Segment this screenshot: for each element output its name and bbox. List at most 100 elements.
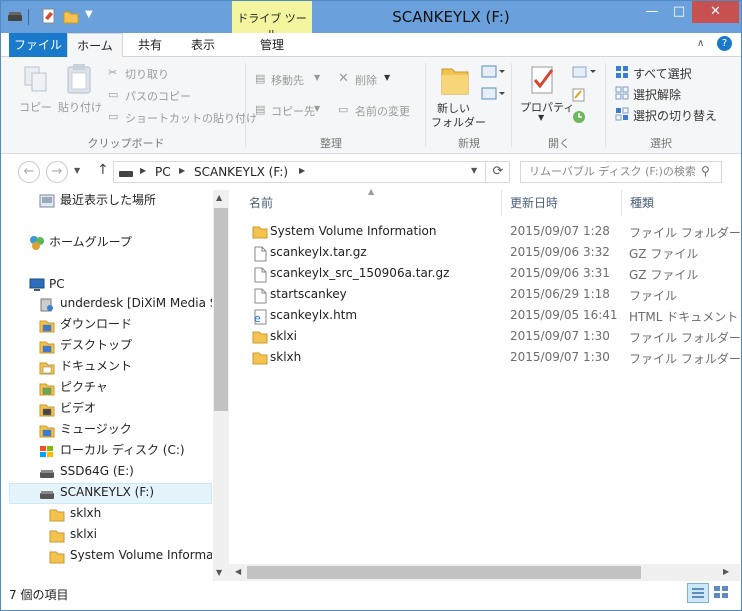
up-button[interactable]: ↑ (97, 162, 109, 178)
move-to-button[interactable]: 移動先 (271, 72, 304, 88)
address-bar[interactable] (113, 161, 510, 183)
file-type: GZ ファイル (629, 268, 699, 282)
new-folder-icon (440, 63, 470, 100)
scroll-left-arrow[interactable]: ◀ (235, 567, 241, 576)
easy-access-icon[interactable] (481, 87, 505, 104)
nav-item[interactable]: sklxi (70, 524, 212, 545)
select-none-button[interactable]: 選択解除 (633, 86, 681, 103)
properties-qat-icon[interactable] (41, 8, 57, 27)
column-header-name[interactable]: 名前 (249, 190, 273, 216)
minimize-button[interactable]: — (638, 1, 666, 23)
nav-recent-places[interactable]: 最近表示した場所 (60, 190, 156, 211)
nav-item[interactable]: SSD64G (E:) (60, 461, 212, 482)
scroll-down-arrow[interactable]: ▼ (216, 568, 222, 577)
history-icon[interactable] (572, 110, 586, 127)
homegroup-icon (29, 235, 45, 254)
search-input[interactable]: リムーバブル ディスク (F:)の検索 (520, 161, 722, 183)
back-button[interactable]: ← (18, 161, 40, 183)
paste-shortcut-button[interactable]: ショートカットの貼り付け (125, 110, 257, 126)
nav-scroll-thumb[interactable] (214, 208, 228, 411)
file-type: ファイル フォルダー (629, 331, 741, 345)
tab-file[interactable]: ファイル (9, 33, 67, 57)
details-view-icon[interactable] (687, 583, 709, 603)
group-separator (605, 63, 606, 147)
breadcrumb-arrow[interactable]: ▶ (140, 166, 146, 175)
breadcrumb-arrow[interactable]: ▶ (179, 166, 185, 175)
open-icon[interactable] (572, 65, 598, 82)
forward-button[interactable]: → (46, 161, 68, 183)
nav-item[interactable]: ピクチャ (60, 377, 212, 398)
qat-dropdown-icon[interactable]: ▼ (85, 9, 93, 20)
file-date: 2015/09/05 16:41 (510, 308, 618, 322)
copy-path-button[interactable]: パスのコピー (125, 88, 191, 104)
breadcrumb-pc[interactable]: PC (155, 165, 171, 179)
breadcrumb-arrow[interactable]: ▶ (299, 166, 305, 175)
help-icon[interactable]: ? (717, 36, 732, 51)
html-file-icon: e (252, 309, 268, 328)
new-item-icon[interactable] (481, 65, 505, 82)
edit-icon[interactable] (572, 88, 586, 105)
file-date: 2015/06/29 1:18 (510, 287, 610, 301)
paste-button[interactable]: 貼り付け (58, 99, 102, 115)
nav-item[interactable]: ミュージック (60, 419, 212, 440)
delete-button[interactable]: 削除 (355, 72, 377, 88)
nav-item[interactable]: System Volume Informa (70, 545, 212, 566)
documents-icon (39, 361, 55, 378)
cut-button[interactable]: 切り取り (125, 66, 169, 82)
copy-button[interactable]: コピー (19, 99, 52, 115)
select-all-button[interactable]: すべて選択 (633, 65, 692, 82)
nav-item[interactable]: SCANKEYLX (F:) (60, 482, 212, 503)
rename-button[interactable]: 名前の変更 (355, 103, 410, 119)
explorer-window: ▼ ドライブ ツール SCANKEYLX (F:) — □ ✕ ファイル ホーム… (0, 0, 742, 611)
nav-item[interactable]: sklxh (70, 503, 212, 524)
properties-icon (529, 64, 557, 99)
breadcrumb-drive[interactable]: SCANKEYLX (F:) (194, 165, 288, 179)
column-divider[interactable] (501, 190, 502, 216)
refresh-button[interactable]: ⟳ (485, 161, 510, 183)
tab-home[interactable]: ホーム (67, 33, 123, 58)
large-icons-view-icon[interactable] (711, 583, 733, 603)
nav-pc[interactable]: PC (49, 274, 65, 295)
tab-share[interactable]: 共有 (127, 33, 173, 57)
properties-button[interactable]: プロパティ (520, 99, 574, 115)
file-name: scankeylx.tar.gz (270, 245, 367, 259)
copy-to-button[interactable]: コピー先 (271, 103, 315, 119)
collapse-ribbon-icon[interactable]: ∧ (697, 38, 704, 49)
copy-to-dropdown-icon: ▼ (314, 104, 321, 113)
column-divider[interactable] (621, 190, 622, 216)
address-drive-icon (118, 167, 134, 181)
column-header-date[interactable]: 更新日時 (510, 190, 558, 216)
address-history-dropdown-icon[interactable]: ▼ (471, 166, 477, 175)
column-header-type[interactable]: 種類 (630, 190, 654, 216)
file-name: scankeylx.htm (270, 308, 358, 322)
file-date: 2015/09/06 3:31 (510, 266, 610, 280)
nav-item[interactable]: デスクトップ (60, 335, 212, 356)
folder-icon (49, 529, 65, 546)
nav-homegroup[interactable]: ホームグループ (49, 232, 132, 253)
nav-item[interactable]: ビデオ (60, 398, 212, 419)
nav-item[interactable]: ローカル ディスク (C:) (60, 440, 212, 461)
file-scroll-thumb[interactable] (247, 566, 641, 579)
svg-text:e: e (254, 312, 261, 325)
select-none-icon (615, 86, 629, 103)
recent-locations-dropdown-icon[interactable]: ▼ (74, 166, 80, 175)
copy-icon (23, 65, 49, 98)
nav-item[interactable]: ダウンロード (60, 314, 212, 335)
scroll-right-arrow[interactable]: ▶ (723, 567, 729, 576)
scroll-up-arrow[interactable]: ▲ (216, 193, 222, 202)
tab-view[interactable]: 表示 (179, 33, 227, 57)
paste-shortcut-icon: ▭ (108, 110, 119, 123)
nav-item[interactable]: ドキュメント (60, 356, 212, 377)
select-group-label: 選択 (650, 137, 672, 150)
delete-dropdown-icon: ▼ (384, 73, 391, 82)
maximize-button[interactable]: □ (666, 1, 692, 23)
new-folder-qat-icon[interactable] (63, 8, 79, 27)
tab-manage[interactable]: 管理 (232, 33, 312, 57)
new-folder-button-line2[interactable]: フォルダー (431, 114, 486, 130)
move-to-icon: ▤ (255, 72, 266, 85)
close-button[interactable]: ✕ (692, 1, 739, 23)
copy-path-icon: ▭ (108, 88, 119, 101)
nav-item[interactable]: underdesk [DiXiM Media S (60, 293, 212, 314)
desktop-icon (39, 340, 55, 357)
invert-selection-button[interactable]: 選択の切り替え (633, 107, 717, 124)
